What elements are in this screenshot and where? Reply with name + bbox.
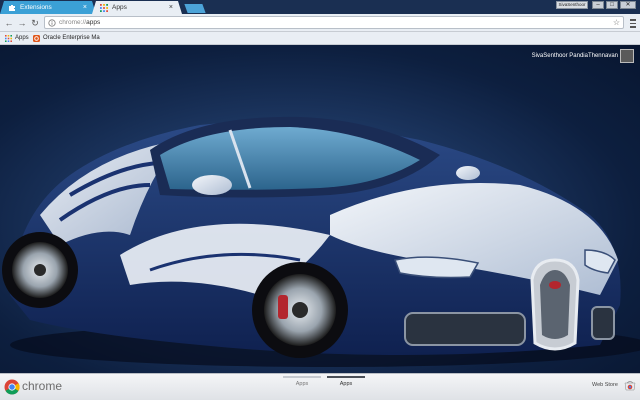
page-indicator-1[interactable]: Apps [282,376,322,390]
tab-label: Extensions [20,4,52,11]
page-indicator-label: Apps [295,381,309,387]
page-indicator-bar [283,376,321,378]
page-indicator-2[interactable]: Apps [326,376,366,390]
tab-label: Apps [112,4,127,11]
minimize-button[interactable]: – [592,1,604,9]
address-bar[interactable]: chrome://apps ☆ [44,16,624,29]
apps-grid-icon [100,4,108,12]
user-name: SivaSenthoor PandiaThennavan [531,53,618,59]
back-button[interactable]: ← [3,17,15,29]
launcher-bar: chrome Apps Apps Web Store [0,373,640,400]
web-store-link[interactable]: Web Store [592,382,618,388]
bookmark-oracle[interactable]: Oracle Enterprise Ma [32,32,100,45]
web-store-icon[interactable] [624,381,636,391]
profile-button[interactable]: SivaSenthoor [556,1,588,9]
toolbar: ← → ↻ chrome://apps ☆ [0,14,640,32]
apps-page: SivaSenthoor PandiaThennavan [0,45,640,373]
forward-button[interactable]: → [16,17,28,29]
close-window-button[interactable]: ✕ [620,1,636,9]
url-text: chrome://apps [59,17,100,29]
maximize-button[interactable]: □ [606,1,618,9]
close-tab-icon[interactable]: × [83,1,87,14]
bookmark-apps[interactable]: Apps [4,32,29,45]
new-tab-button[interactable] [184,4,206,13]
url-path: apps [86,19,101,26]
apps-grid-icon [5,35,12,42]
bookmark-label: Apps [15,35,29,41]
page-indicator-label: Apps [339,381,353,387]
reload-button[interactable]: ↻ [29,17,41,29]
bookmark-label: Oracle Enterprise Ma [43,35,100,41]
oracle-icon [33,35,40,42]
tab-extensions[interactable]: Extensions × [0,1,96,14]
menu-icon[interactable] [628,17,638,29]
page-icon [48,19,56,27]
star-icon[interactable]: ☆ [613,17,620,29]
puzzle-icon [8,4,16,12]
page-indicator-bar [327,376,365,378]
url-scheme: chrome:// [59,19,87,26]
tab-apps[interactable]: Apps × [92,1,182,14]
chrome-logo-icon [4,379,20,395]
avatar[interactable] [620,49,634,63]
bookmarks-bar: Apps Oracle Enterprise Ma [0,32,640,45]
car-wallpaper [2,116,640,367]
chrome-brand: chrome [22,379,63,393]
tab-strip: Extensions × Apps × SivaSenthoor – □ ✕ [0,0,640,14]
close-tab-icon[interactable]: × [169,1,173,14]
